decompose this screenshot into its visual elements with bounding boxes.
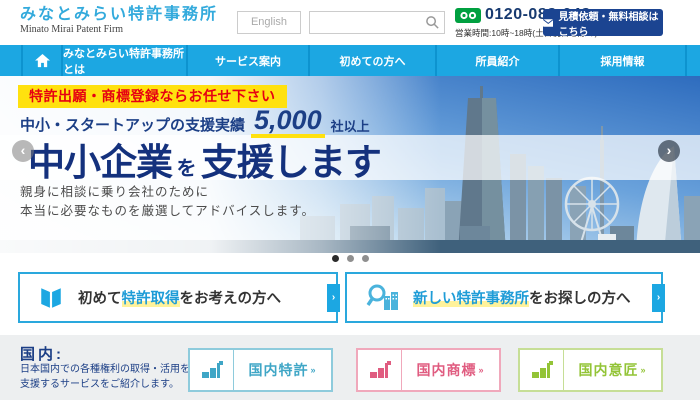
- carousel-dot[interactable]: [361, 255, 369, 262]
- hero-title: 中小企業 を 支援します: [28, 132, 382, 186]
- icon-cell: [358, 350, 402, 390]
- link-text-post: をお探しの方へ: [529, 291, 631, 307]
- growth-chart-icon: [369, 361, 391, 378]
- hero-banner: 特許出願・商標登録ならお任せ下さい 中小・スタートアップの支援実績 5,000 …: [0, 76, 700, 253]
- english-button[interactable]: English: [237, 11, 301, 34]
- icon-cell: [190, 350, 234, 390]
- nav-item-staff[interactable]: 所員紹介: [437, 45, 558, 76]
- link-first-patent[interactable]: 初めて特許取得をお考えの方へ ›: [18, 272, 340, 323]
- hero-ribbon: 特許出願・商標登録ならお任せ下さい: [18, 85, 287, 108]
- growth-chart-icon: [201, 361, 223, 378]
- domestic-section: 国内: 日本国内での各種権利の取得・活用を 支援するサービスをご紹介します。 国…: [0, 335, 700, 400]
- nav-item-first-time[interactable]: 初めての方へ: [310, 45, 435, 76]
- header: みなとみらい特許事務所 Minato Mirai Patent Firm Eng…: [0, 0, 700, 45]
- button-label-cell: 国内特許 »: [234, 350, 331, 390]
- hero-title-part1: 中小企業: [28, 142, 173, 183]
- hero-subtext-line1: 親身に相談に乗り会社のために: [20, 185, 210, 199]
- search-box: [309, 11, 445, 34]
- carousel-prev-button[interactable]: ‹: [12, 140, 34, 162]
- link-boxes: 初めて特許取得をお考えの方へ › 新しい特許事務所をお探しの方へ ›: [18, 272, 665, 323]
- hero-title-particle: を: [176, 158, 197, 180]
- carousel-next-button[interactable]: ›: [658, 140, 680, 162]
- link-arrow-tab: ›: [327, 283, 340, 312]
- hero-title-part2: 支援します: [200, 142, 382, 183]
- domestic-design-button[interactable]: 国内意匠 »: [518, 348, 663, 392]
- estimate-consult-button[interactable]: 見積依頼・無料相談はこちら: [543, 9, 663, 38]
- link-text: 新しい特許事務所をお探しの方へ: [413, 287, 631, 308]
- domestic-desc-line2: 支援するサービスをご紹介します。: [20, 378, 179, 390]
- carousel-dots: [0, 255, 700, 262]
- domestic-heading: 国内:: [20, 346, 64, 363]
- page: みなとみらい特許事務所 Minato Mirai Patent Firm Eng…: [0, 0, 700, 400]
- site-logo[interactable]: みなとみらい特許事務所 Minato Mirai Patent Firm: [20, 6, 218, 36]
- search-icon[interactable]: [425, 15, 440, 30]
- double-arrow-icon: »: [478, 365, 485, 375]
- nav-item-about[interactable]: みなとみらい特許事務所とは: [63, 45, 186, 76]
- carousel-dot[interactable]: [331, 255, 339, 262]
- nav-home[interactable]: [23, 45, 61, 76]
- freedial-icon: [455, 7, 481, 23]
- main-nav: みなとみらい特許事務所とは サービス案内 初めての方へ 所員紹介 採用情報: [0, 45, 700, 76]
- link-text-highlight: 新しい特許事務所: [413, 291, 529, 307]
- hero-subtext: 親身に相談に乗り会社のために 本当に必要なものを厳選してアドバイスします。: [20, 183, 315, 221]
- envelope-icon: [543, 18, 554, 27]
- double-arrow-icon: »: [640, 365, 647, 375]
- growth-chart-icon: [531, 361, 553, 378]
- domestic-description: 日本国内での各種権利の取得・活用を 支援するサービスをご紹介します。: [20, 363, 190, 392]
- cta-label: 見積依頼・無料相談はこちら: [558, 11, 659, 38]
- button-label: 国内特許: [248, 362, 309, 378]
- button-label: 国内意匠: [578, 362, 639, 378]
- double-arrow-icon: »: [310, 365, 317, 375]
- search-input[interactable]: [312, 14, 422, 31]
- search-buildings-icon: [366, 284, 398, 310]
- domestic-desc-line1: 日本国内での各種権利の取得・活用を: [20, 364, 190, 375]
- nav-item-recruit[interactable]: 採用情報: [560, 45, 685, 76]
- button-label: 国内商標: [416, 362, 477, 378]
- site-title: みなとみらい特許事務所: [20, 6, 219, 23]
- site-subtitle: Minato Mirai Patent Firm: [20, 24, 124, 35]
- nav-item-services[interactable]: サービス案内: [188, 45, 308, 76]
- book-icon: [41, 287, 61, 308]
- carousel-dot[interactable]: [346, 255, 354, 262]
- link-text-post: をお考えの方へ: [179, 291, 282, 307]
- link-text-highlight: 特許取得: [121, 291, 180, 307]
- hero-subtext-line2: 本当に必要なものを厳選してアドバイスします。: [20, 203, 316, 218]
- home-icon: [34, 53, 50, 67]
- icon-cell: [520, 350, 564, 390]
- link-new-firm[interactable]: 新しい特許事務所をお探しの方へ ›: [345, 272, 665, 323]
- link-arrow-tab: ›: [652, 283, 665, 312]
- link-text: 初めて特許取得をお考えの方へ: [78, 287, 281, 308]
- button-label-cell: 国内意匠 »: [564, 350, 661, 390]
- domestic-patent-button[interactable]: 国内特許 »: [188, 348, 333, 392]
- button-label-cell: 国内商標 »: [402, 350, 499, 390]
- domestic-trademark-button[interactable]: 国内商標 »: [356, 348, 501, 392]
- link-text-pre: 初めて: [78, 291, 122, 307]
